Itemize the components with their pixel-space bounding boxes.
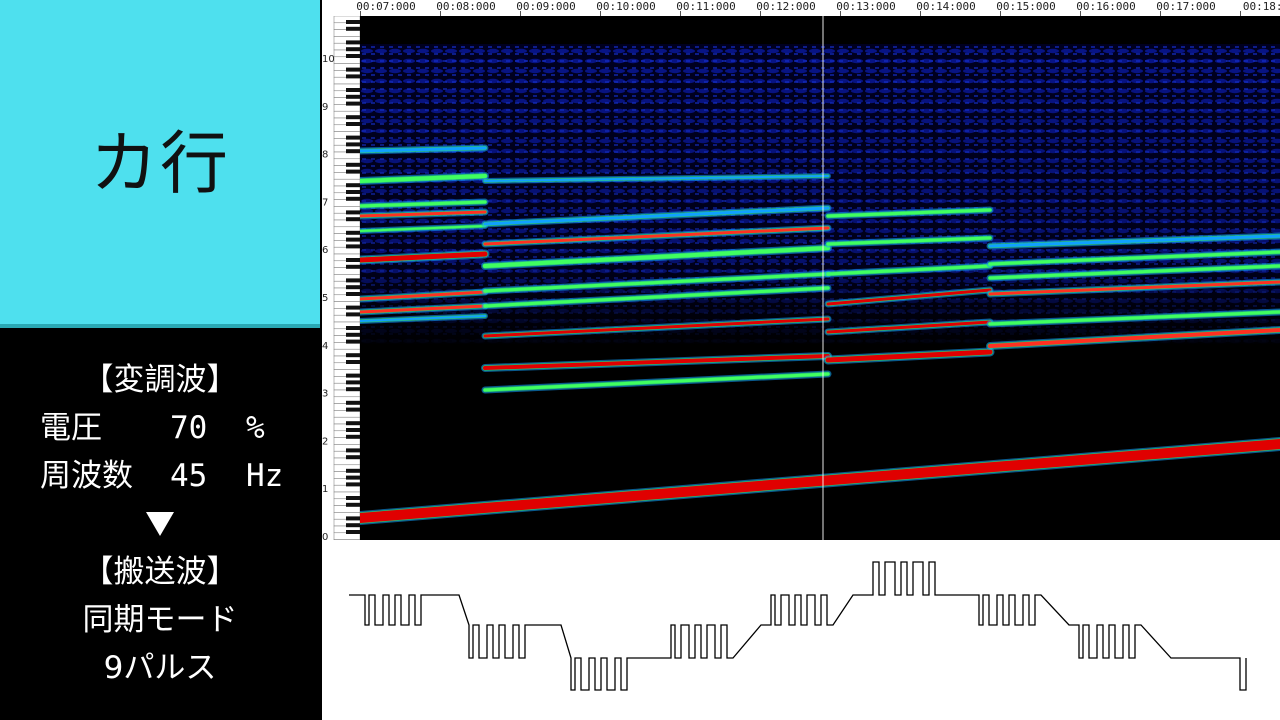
pwm-waveform: [322, 540, 1280, 720]
octave-label: 6: [322, 245, 328, 256]
octave-label: 1: [322, 484, 328, 495]
black-key: [346, 400, 360, 405]
black-key: [346, 135, 360, 140]
octave-label: 4: [322, 341, 328, 352]
black-key: [346, 20, 360, 24]
black-key: [346, 448, 360, 453]
voltage-value: 70: [170, 410, 208, 446]
octave-label: 5: [322, 293, 328, 304]
timeline-tick-label: 00:12:000: [756, 0, 816, 13]
black-key: [346, 502, 360, 507]
black-key: [346, 428, 360, 432]
black-key: [346, 196, 360, 201]
black-key: [346, 264, 360, 269]
black-key: [346, 162, 360, 167]
black-key: [346, 285, 360, 290]
black-key: [346, 530, 360, 534]
octave-label: 2: [322, 436, 328, 447]
black-key: [346, 421, 360, 426]
black-key: [346, 67, 360, 72]
timeline-tick-label: 00:08:000: [436, 0, 496, 13]
timeline-tick-label: 00:09:000: [516, 0, 576, 13]
black-key: [346, 360, 360, 364]
frequency-value: 45: [170, 458, 208, 494]
frequency-unit: Hz: [246, 458, 284, 494]
title-panel: カ行: [0, 0, 320, 324]
black-key: [346, 40, 360, 45]
black-key: [346, 142, 360, 147]
info-panel: 【変調波】 電圧 70 % 周波数 45 Hz 【搬送波】 同期モード 9パルス: [0, 328, 320, 720]
carrier-header: 【搬送波】: [82, 554, 238, 590]
waveform-line: [349, 561, 1247, 691]
black-key: [346, 122, 360, 126]
black-key: [346, 237, 360, 242]
black-key: [346, 190, 360, 194]
down-arrow-icon: [146, 512, 174, 536]
timeline-tick-label: 00:10:000: [596, 0, 656, 13]
black-key: [346, 332, 360, 337]
page-title: カ行: [89, 125, 230, 204]
black-key: [346, 407, 360, 412]
timeline-tick-label: 00:07:000: [356, 0, 416, 13]
black-key: [346, 26, 360, 31]
black-key: [346, 339, 360, 344]
timeline-tick-label: 00:15:000: [996, 0, 1056, 13]
octave-label: 0: [322, 532, 328, 540]
timeline-tick-label: 00:17:000: [1156, 0, 1216, 13]
timeline-tick-label: 00:11:000: [676, 0, 736, 13]
black-key: [346, 74, 360, 79]
timeline-tick-label: 00:14:000: [916, 0, 976, 13]
black-key: [346, 278, 360, 283]
black-key: [346, 523, 360, 528]
voltage-label: 電圧: [40, 410, 102, 446]
black-key: [346, 101, 360, 106]
timeline-tick-label: 00:18:0: [1242, 0, 1280, 13]
black-key: [346, 244, 360, 249]
black-key: [346, 47, 360, 52]
black-key: [346, 305, 360, 310]
black-key: [346, 496, 360, 500]
black-key: [346, 258, 360, 262]
octave-label: 7: [322, 197, 328, 208]
octave-label: 10: [322, 54, 335, 65]
timeline-tick-label: 00:13:000: [836, 0, 896, 13]
black-key: [346, 115, 360, 120]
black-key: [346, 54, 360, 58]
black-key: [346, 380, 360, 385]
octave-label: 8: [322, 150, 328, 161]
black-key: [346, 434, 360, 439]
black-key: [346, 169, 360, 174]
black-key: [346, 475, 360, 480]
black-key: [346, 94, 360, 99]
black-key: [346, 482, 360, 487]
timeline-ruler[interactable]: 00:07:000 00:08:000 00:09:000 00:10:000 00:1…: [322, 0, 1280, 16]
timeline-tick-label: 00:16:000: [1076, 0, 1136, 13]
octave-label: 9: [322, 102, 328, 113]
black-key: [346, 455, 360, 460]
black-key: [346, 230, 360, 235]
black-key: [346, 183, 360, 188]
black-key: [346, 373, 360, 378]
black-key: [346, 312, 360, 317]
octave-label: 3: [322, 389, 328, 400]
carrier-mode: 同期モード: [82, 602, 238, 638]
spectrogram-view[interactable]: [360, 16, 1280, 540]
frequency-label: 周波数: [40, 458, 133, 494]
black-key: [346, 292, 360, 296]
carrier-pulses: 9パルス: [103, 650, 217, 686]
black-key: [346, 326, 360, 330]
black-key: [346, 353, 360, 358]
piano-keyboard: 109876543210: [322, 16, 360, 540]
black-key: [346, 210, 360, 215]
black-key: [346, 387, 360, 392]
black-key: [346, 88, 360, 92]
black-key: [346, 468, 360, 473]
modulation-header: 【変調波】: [82, 362, 238, 398]
black-key: [346, 516, 360, 521]
black-key: [346, 217, 360, 222]
voltage-unit: %: [246, 410, 265, 446]
black-key: [346, 149, 360, 154]
